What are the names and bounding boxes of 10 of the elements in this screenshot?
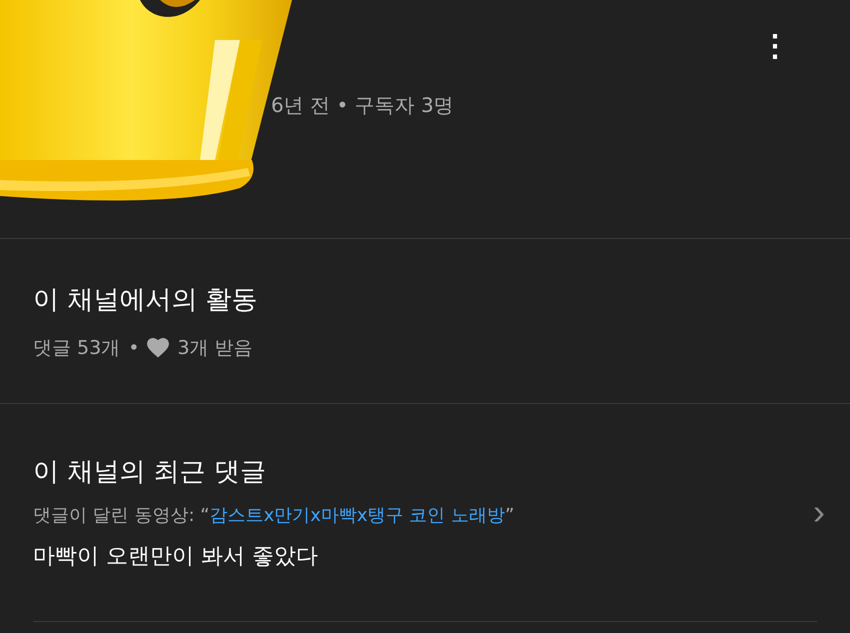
- channel-meta: 6년 전 • 구독자 3명: [271, 92, 454, 119]
- section-title: 이 채널에서의 활동: [33, 284, 258, 316]
- likes-received: 3개 받음: [177, 336, 253, 360]
- comment-text: 마빡이 오랜만이 봐서 좋았다: [33, 543, 318, 571]
- heart-icon: [147, 338, 170, 358]
- commented-video: 댓글이 달린 동영상: “감스트x만기x마빡x탱구 코인 노래방”: [33, 504, 514, 527]
- section-title: 이 채널의 최근 댓글: [33, 456, 266, 489]
- video-link[interactable]: 감스트x만기x마빡x탱구 코인 노래방: [210, 505, 505, 526]
- separator: •: [128, 336, 140, 358]
- comment-count: 댓글 53개: [33, 336, 120, 360]
